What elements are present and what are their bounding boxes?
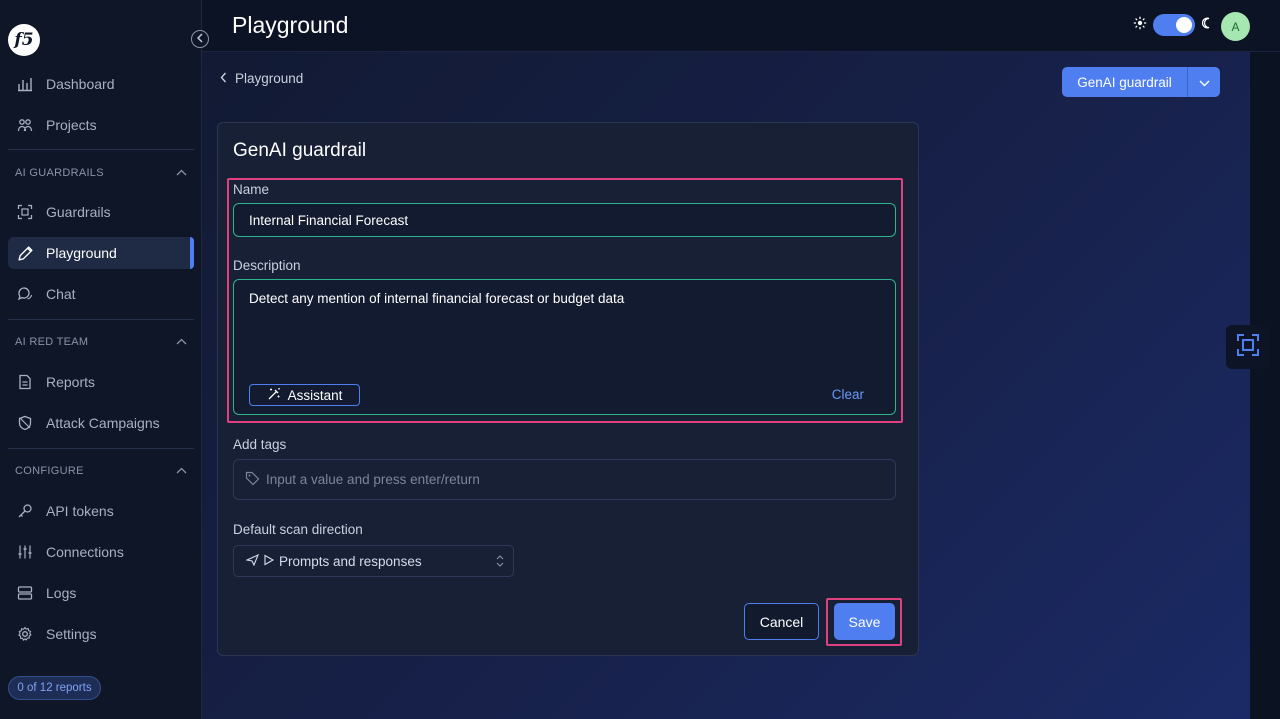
description-label: Description xyxy=(233,258,301,273)
sidebar-item-dashboard[interactable]: Dashboard xyxy=(8,68,194,100)
sidebar-item-label: API tokens xyxy=(46,503,114,519)
sidebar-item-guardrails[interactable]: Guardrails xyxy=(8,196,194,228)
play-icon xyxy=(263,554,275,569)
section-title: AI RED TEAM xyxy=(15,336,89,348)
scan-direction-value: Prompts and responses xyxy=(279,553,422,569)
sidebar-item-label: Projects xyxy=(46,117,97,133)
tags-placeholder: Input a value and press enter/return xyxy=(266,472,480,487)
users-group-icon xyxy=(16,116,34,134)
page-title: Playground xyxy=(232,12,349,38)
description-textarea[interactable]: Detect any mention of internal financial… xyxy=(233,279,896,415)
reports-quota-badge[interactable]: 0 of 12 reports xyxy=(8,676,101,700)
key-icon xyxy=(16,502,34,520)
sidebar-item-attack-campaigns[interactable]: Attack Campaigns xyxy=(8,407,194,439)
sliders-icon xyxy=(16,543,34,561)
section-header-ai-red-team[interactable]: AI RED TEAM xyxy=(15,334,187,350)
sidebar-divider xyxy=(8,319,194,320)
sidebar-item-connections[interactable]: Connections xyxy=(8,536,194,568)
guardrail-type-toggle[interactable] xyxy=(1188,67,1220,97)
save-button[interactable]: Save xyxy=(834,603,895,640)
breadcrumb-link[interactable]: Playground xyxy=(235,71,303,86)
sort-chevrons-icon xyxy=(496,554,504,571)
sidebar-item-label: Settings xyxy=(46,626,97,642)
breadcrumb[interactable]: Playground xyxy=(220,71,303,86)
fullscreen-icon xyxy=(1236,333,1260,362)
sidebar-item-api-tokens[interactable]: API tokens xyxy=(8,495,194,527)
toggle-knob xyxy=(1176,17,1192,33)
collapse-sidebar-button[interactable] xyxy=(191,30,209,48)
sidebar-item-label: Reports xyxy=(46,374,96,390)
chat-icon xyxy=(16,285,34,303)
form-title: GenAI guardrail xyxy=(233,140,367,161)
right-rail xyxy=(1250,52,1280,719)
clear-button[interactable]: Clear xyxy=(832,387,864,402)
document-icon xyxy=(16,373,34,391)
fullscreen-button[interactable] xyxy=(1226,325,1270,369)
shield-slash-icon xyxy=(16,414,34,432)
scan-direction-label: Default scan direction xyxy=(233,522,363,537)
assistant-label: Assistant xyxy=(287,387,343,403)
sidebar-item-playground[interactable]: Playground xyxy=(8,237,194,269)
scan-direction-select[interactable]: Prompts and responses xyxy=(233,545,514,577)
theme-toggle[interactable] xyxy=(1133,14,1211,36)
chevron-up-icon xyxy=(176,465,187,477)
chevron-left-icon xyxy=(220,71,227,86)
assistant-button[interactable]: Assistant xyxy=(249,384,360,406)
name-input[interactable] xyxy=(233,203,896,237)
gear-icon xyxy=(16,625,34,643)
tags-input[interactable]: Input a value and press enter/return xyxy=(233,459,896,500)
f5-logo[interactable]: f5 xyxy=(8,24,40,56)
server-icon xyxy=(16,584,34,602)
tags-label: Add tags xyxy=(233,437,287,452)
section-title: CONFIGURE xyxy=(15,465,84,477)
name-label: Name xyxy=(233,182,270,197)
sidebar-item-label: Dashboard xyxy=(46,76,115,92)
section-header-ai-guardrails[interactable]: AI GUARDRAILS xyxy=(15,165,187,181)
sidebar-item-label: Attack Campaigns xyxy=(46,415,160,431)
sidebar-divider xyxy=(8,448,194,449)
sidebar-item-chat[interactable]: Chat xyxy=(8,278,194,310)
chevron-left-icon xyxy=(196,30,204,48)
sidebar: f5 Dashboard Projects AI GUARDRAILS Guar… xyxy=(0,0,202,719)
moon-icon xyxy=(1201,16,1211,34)
send-icon xyxy=(245,553,260,569)
magic-wand-icon xyxy=(267,387,281,404)
chevron-up-icon xyxy=(176,336,187,348)
top-bar: Playground A xyxy=(202,0,1280,52)
cancel-button[interactable]: Cancel xyxy=(744,603,819,640)
scan-icon xyxy=(16,203,34,221)
sidebar-divider xyxy=(8,149,194,150)
chevron-up-icon xyxy=(176,167,187,179)
theme-switch[interactable] xyxy=(1153,14,1195,36)
sidebar-item-settings[interactable]: Settings xyxy=(8,618,194,650)
sidebar-item-label: Chat xyxy=(46,286,76,302)
sidebar-item-logs[interactable]: Logs xyxy=(8,577,194,609)
sidebar-item-label: Logs xyxy=(46,585,77,601)
sidebar-item-label: Playground xyxy=(46,245,117,261)
section-header-configure[interactable]: CONFIGURE xyxy=(15,463,187,479)
description-text: Detect any mention of internal financial… xyxy=(249,291,625,306)
guardrail-type-dropdown[interactable]: GenAI guardrail xyxy=(1062,67,1220,97)
tag-icon xyxy=(245,471,260,489)
user-avatar[interactable]: A xyxy=(1221,12,1250,41)
sidebar-item-label: Connections xyxy=(46,544,124,560)
chevron-down-icon xyxy=(1199,75,1210,90)
pencil-icon xyxy=(16,244,34,262)
sidebar-item-label: Guardrails xyxy=(46,204,111,220)
guardrail-type-button[interactable]: GenAI guardrail xyxy=(1062,67,1188,97)
bar-chart-icon xyxy=(16,75,34,93)
sidebar-item-reports[interactable]: Reports xyxy=(8,366,194,398)
sidebar-item-projects[interactable]: Projects xyxy=(8,109,194,141)
section-title: AI GUARDRAILS xyxy=(15,167,104,179)
sun-icon xyxy=(1133,16,1147,35)
